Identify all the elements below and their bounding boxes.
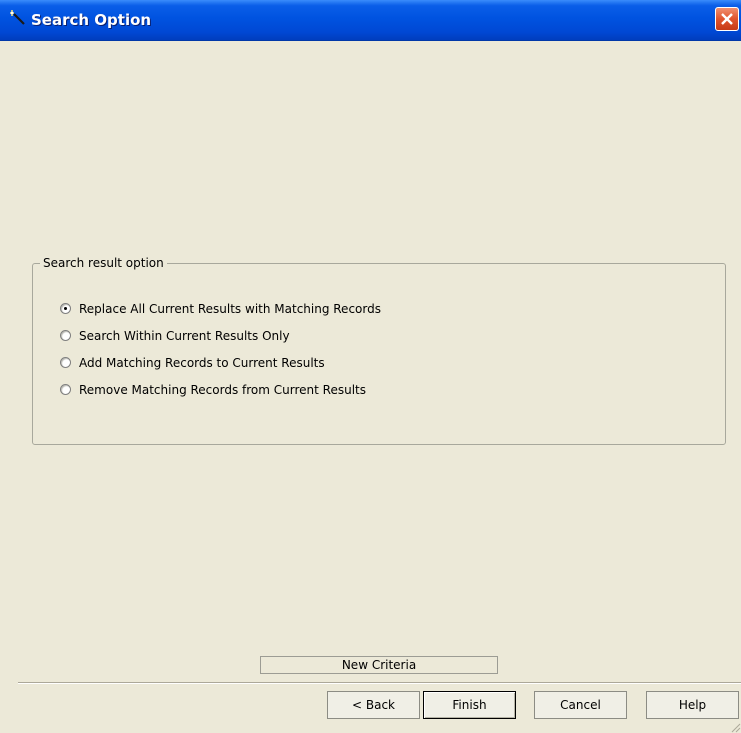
radio-button-selected[interactable]	[60, 303, 71, 314]
search-result-groupbox	[32, 263, 726, 445]
status-field: New Criteria	[260, 656, 498, 674]
groupbox-label: Search result option	[40, 256, 167, 270]
radio-button[interactable]	[60, 357, 71, 368]
wand-icon	[8, 8, 26, 26]
radio-label: Search Within Current Results Only	[79, 329, 290, 343]
back-button[interactable]: < Back	[327, 691, 420, 719]
radio-label: Replace All Current Results with Matchin…	[79, 302, 381, 316]
close-icon	[721, 13, 733, 25]
help-button[interactable]: Help	[646, 691, 739, 719]
cancel-button[interactable]: Cancel	[534, 691, 627, 719]
radio-label: Add Matching Records to Current Results	[79, 356, 325, 370]
finish-button[interactable]: Finish	[423, 691, 516, 719]
separator-line	[18, 682, 741, 684]
window-title: Search Option	[31, 11, 152, 29]
close-button[interactable]	[715, 7, 739, 31]
resize-grip-icon[interactable]	[728, 720, 741, 733]
title-bar[interactable]: Search Option	[0, 0, 741, 41]
radio-label: Remove Matching Records from Current Res…	[79, 383, 366, 397]
radio-button[interactable]	[60, 384, 71, 395]
dialog-window: Search Option Search result option Repla…	[0, 0, 741, 733]
radio-button[interactable]	[60, 330, 71, 341]
